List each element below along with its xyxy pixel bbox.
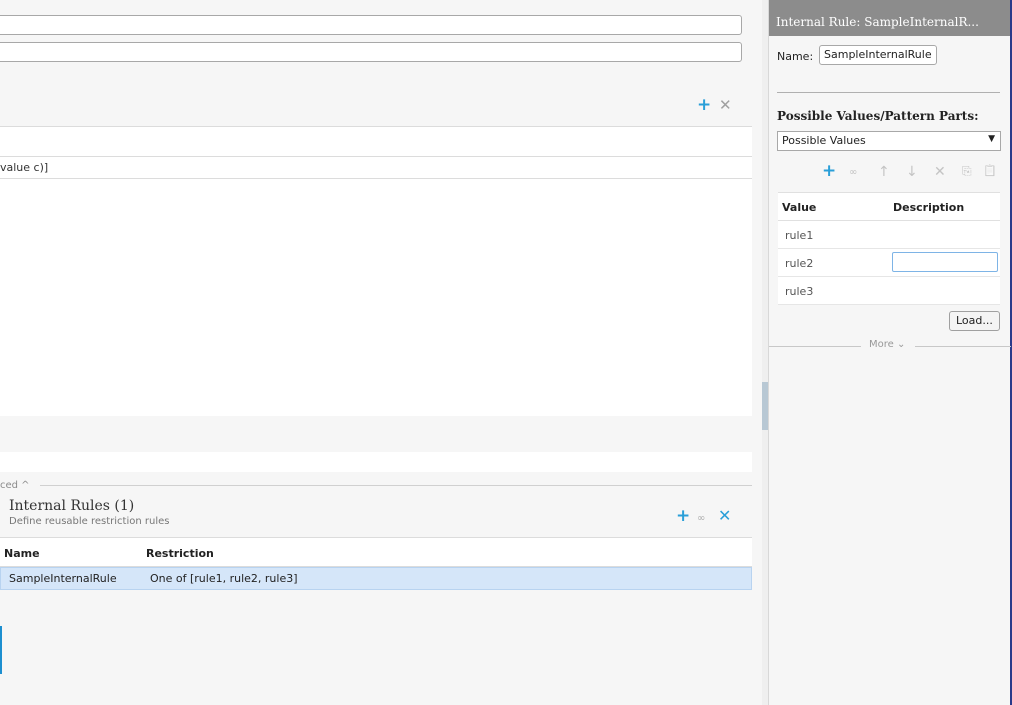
divider	[777, 92, 1000, 93]
column-header-name[interactable]: Name	[4, 547, 40, 560]
description-input[interactable]	[892, 252, 998, 272]
value-cell: rule2	[785, 257, 814, 270]
advanced-toggle[interactable]: ced ^	[0, 480, 30, 491]
link-icon[interactable]: ∞	[849, 167, 857, 178]
text-field-1[interactable]	[0, 15, 742, 35]
name-field[interactable]: SampleInternalRule	[819, 45, 937, 65]
advanced-divider[interactable]: ced ^	[0, 480, 752, 492]
text-field-2[interactable]	[0, 42, 742, 62]
field-strip	[0, 452, 752, 472]
column-header-description[interactable]: Description	[893, 201, 964, 214]
copy-icon[interactable]: ⎘	[962, 164, 972, 179]
table-row[interactable]: value c)]	[0, 157, 752, 179]
chevron-down-icon: ▼	[988, 134, 995, 144]
internal-rules-title: Internal Rules (1)	[9, 498, 135, 514]
table-row[interactable]: rule2	[778, 249, 1000, 277]
name-label: Name:	[777, 50, 814, 63]
select-value: Possible Values	[782, 134, 866, 147]
link-icon[interactable]: ∞	[697, 511, 705, 527]
internal-rules-table: Name Restriction SampleInternalRule One …	[0, 537, 752, 590]
table-row[interactable]: rule1	[778, 221, 1000, 249]
more-toggle[interactable]: More ⌄	[869, 339, 905, 350]
row-text: value c)]	[0, 161, 49, 174]
divider	[915, 346, 1011, 347]
value-cell: rule1	[785, 229, 814, 242]
panel-title: Internal Rule: SampleInternalR...	[769, 0, 1010, 36]
table-header: Name Restriction	[0, 537, 752, 567]
rule-name: SampleInternalRule	[9, 572, 117, 585]
rule-restriction: One of [rule1, rule2, rule3]	[150, 572, 298, 585]
value-cell: rule3	[785, 285, 814, 298]
divider	[769, 346, 861, 347]
add-rule-icon[interactable]: +	[676, 508, 690, 525]
add-icon[interactable]: +	[697, 97, 711, 114]
column-header-value[interactable]: Value	[782, 201, 816, 214]
selection-marker	[0, 626, 2, 674]
table-header: Value Description	[778, 192, 1000, 221]
possible-values-select[interactable]: Possible Values ▼	[777, 131, 1001, 151]
load-button[interactable]: Load...	[949, 311, 1000, 331]
table-row[interactable]: rule3	[778, 277, 1000, 305]
column-header-restriction[interactable]: Restriction	[146, 547, 214, 560]
properties-panel: Internal Rule: SampleInternalR... Name: …	[768, 0, 1012, 705]
delete-value-icon[interactable]: ✕	[934, 164, 946, 180]
possible-values-table: value c)]	[0, 126, 752, 416]
paste-icon[interactable]: 📋	[983, 164, 997, 177]
delete-icon[interactable]: ✕	[719, 97, 732, 113]
add-value-icon[interactable]: +	[822, 161, 836, 181]
table-header	[0, 126, 752, 157]
table-row[interactable]: SampleInternalRule One of [rule1, rule2,…	[0, 567, 752, 590]
delete-rule-icon[interactable]: ✕	[718, 508, 731, 524]
main-editor: + ✕ value c)] ced ^ Internal Rules (1) D…	[0, 0, 762, 705]
possible-values-label: Possible Values/Pattern Parts:	[777, 109, 979, 123]
internal-rules-subtitle: Define reusable restriction rules	[9, 516, 170, 527]
move-down-icon[interactable]: ↓	[906, 164, 918, 180]
values-table: Value Description rule1 rule2 rule3	[778, 192, 1000, 305]
divider	[40, 485, 752, 486]
move-up-icon[interactable]: ↑	[878, 164, 890, 180]
